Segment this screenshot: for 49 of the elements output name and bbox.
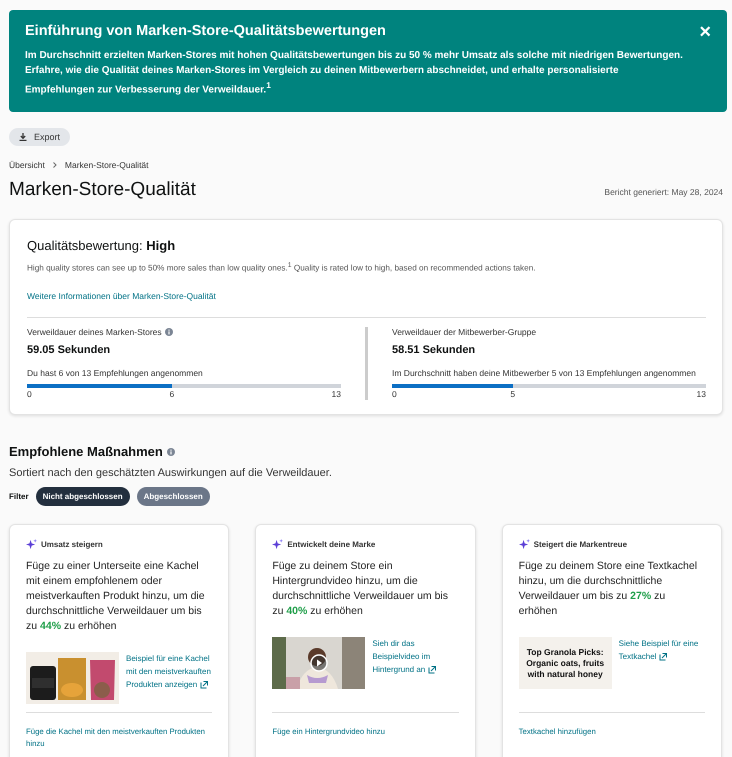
tick-label: 5 [510, 389, 516, 400]
play-button[interactable] [310, 654, 328, 672]
info-icon[interactable] [164, 328, 173, 336]
filter-chip[interactable]: Nicht abgeschlossen [36, 487, 130, 506]
external-link-icon [428, 666, 436, 674]
card-description: Füge zu deinem Store eine Textkachel hinzu, um die durchschnittliche Verweildauer um bis zu 27% zu erhöhen [518, 559, 698, 620]
sparkle-icon [26, 539, 37, 550]
card-category: Steigert die Markentreue [534, 540, 628, 550]
metric-title: Verweildauer deines Marken-Stores [27, 327, 162, 338]
tick-label: 0 [27, 389, 32, 400]
filter-chip[interactable]: Abgeschlossen [136, 487, 210, 506]
breadcrumb-link[interactable]: Marken-Store-Qualität [64, 160, 149, 170]
metric-title: Verweildauer der Mitbewerber-Gruppe [392, 327, 536, 338]
filter-label: Filter [9, 492, 29, 502]
page-title: Marken-Store-Qualität [9, 179, 196, 202]
external-link-icon [659, 652, 668, 661]
sparkle-icon [272, 539, 284, 550]
text-tile: Top Granola Picks: Organic oats, fruits with natural honey [518, 637, 612, 690]
example-link[interactable]: Siehe Beispiel für eine Textkachel [618, 637, 705, 664]
card-category: Entwickelt deine Marke [287, 540, 376, 550]
metric-value: 58.51 Sekunden [392, 344, 476, 356]
banner-text: Im Durchschnitt erzielten Marken-Stores mit hohen Qualitätsbewertungen bis zu 50 % mehr Umsatz als solche mit niedrigen Bewertungen. Erfahre, wie die Qualität deines Marken-Stores im Vergleich zu deinen Mitbewerbern abschneidet, und erhalte personalisierte Empfehlungen zur Verbesserung der Verweildauer.$^{1}$ [25, 49, 684, 98]
tick-label: 0 [392, 389, 397, 400]
sparkle-icon [518, 539, 530, 550]
download-icon [19, 133, 27, 142]
quality-description: High quality stores can see up to 50% more sales than low quality ones.$^{1}$ Quality is rated low to high, based on recommended actions taken. [27, 262, 537, 274]
section-subtitle: Sortiert nach den geschätzten Auswirkungen auf die Verweildauer. [9, 467, 333, 480]
info-icon[interactable] [166, 448, 175, 456]
metric-value: 59.05 Sekunden [27, 344, 112, 356]
metric-caption: Du hast 6 von 13 Empfehlungen angenommen [27, 368, 204, 378]
tick-label: 13 [696, 389, 706, 400]
section-title: Empfohlene Maßnahmen [9, 444, 163, 460]
export-button[interactable]: Export [9, 128, 70, 146]
tick-label: 6 [170, 389, 174, 400]
card-description: Füge zu deinem Store ein Hintergrundvideo hinzu, um die durchschnittliche Verweildauer um bis zu 40% zu erhöhen [272, 559, 449, 620]
metric-caption: Im Durchschnitt haben deine Mitbewerber 5 von 13 Empfehlungen angenommen [392, 368, 697, 378]
example-link[interactable]: Sieh dir das Beispielvideo im Hintergrund an [372, 637, 459, 676]
learn-more-link[interactable]: Weitere Informationen über Marken-Store-Qualität [27, 291, 216, 302]
example-link[interactable]: Beispiel für eine Kachel mit den meistverkauften Produkten anzeigen [126, 652, 212, 692]
chevron-icon [52, 162, 57, 168]
close-button[interactable]: × [699, 23, 711, 41]
report-date: Bericht generiert: May 28, 2024 [604, 187, 723, 198]
external-link-icon [200, 680, 208, 689]
card-description: Füge zu einer Unterseite eine Kachel mit einem empfohlenem oder meistverkauften Produkt hinzu, um die durchschnittliche Verweildauer um bis zu 44% zu erhöhen [26, 559, 206, 634]
quality-rating: Qualitätsbewertung: High [27, 238, 176, 254]
breadcrumb-link[interactable]: Übersicht [9, 160, 45, 170]
card-category: Umsatz steigern [41, 540, 103, 550]
tick-label: 13 [332, 389, 341, 400]
banner-title: Einführung von Marken-Store-Qualitätsbewertungen [25, 23, 387, 39]
